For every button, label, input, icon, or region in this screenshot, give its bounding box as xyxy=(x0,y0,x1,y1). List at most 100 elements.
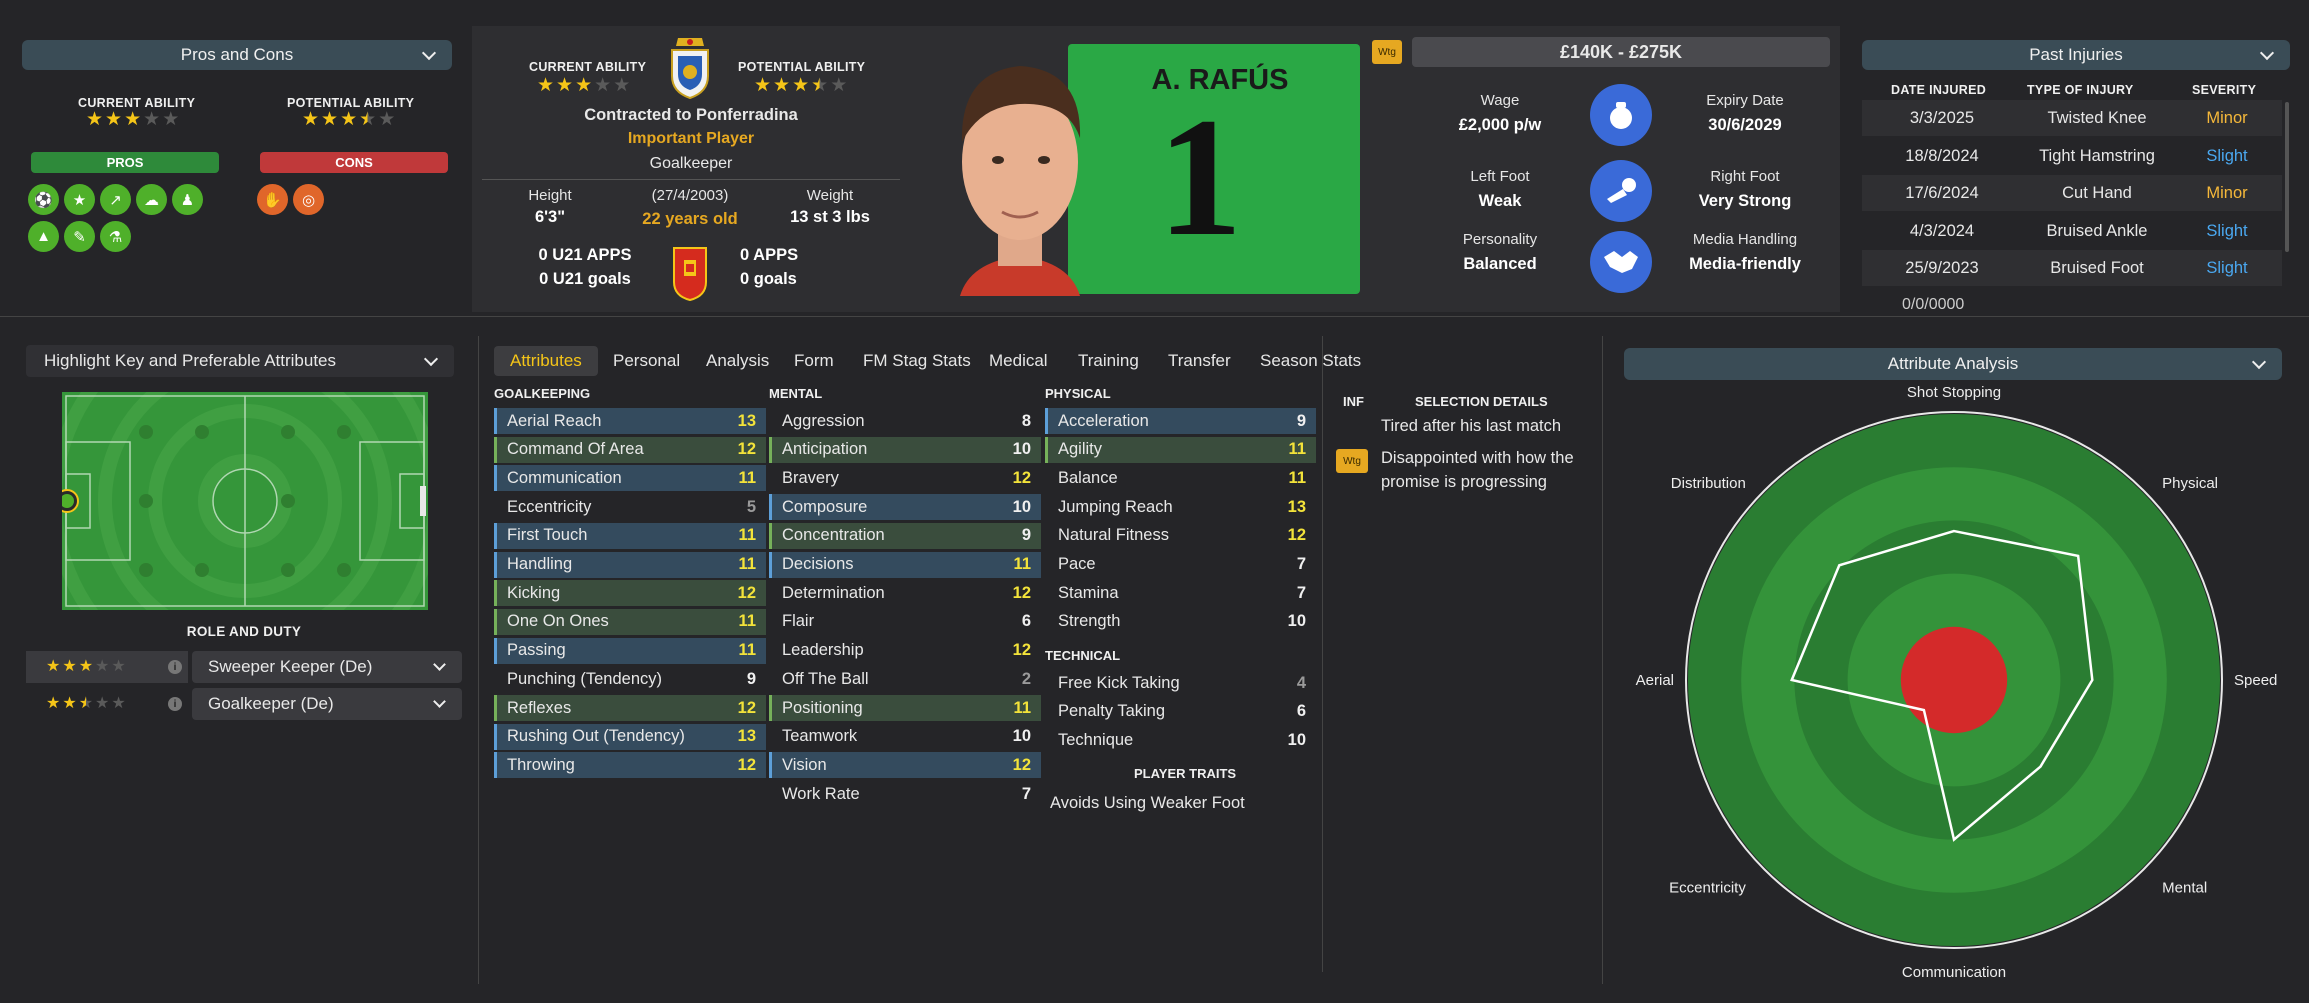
chevron-down-icon[interactable] xyxy=(433,658,446,671)
highlight-dropdown[interactable]: Highlight Key and Preferable Attributes xyxy=(26,345,454,377)
injury-row[interactable]: 25/9/2023 Bruised Foot Slight xyxy=(1862,250,2282,286)
attribute-row[interactable]: Determination 12 xyxy=(769,580,1041,606)
attribute-row[interactable]: Strength 10 xyxy=(1045,609,1316,635)
pros-cons-header[interactable]: Pros and Cons xyxy=(22,40,452,70)
tab-transfer[interactable]: Transfer xyxy=(1168,346,1231,376)
role-dropdown[interactable]: Sweeper Keeper (De) xyxy=(192,651,462,683)
injury-row[interactable]: 3/3/2025 Twisted Knee Minor xyxy=(1862,100,2282,136)
chevron-down-icon[interactable] xyxy=(421,45,437,61)
chevron-down-icon[interactable] xyxy=(433,695,446,708)
attribute-row[interactable]: Reflexes 12 xyxy=(494,695,766,721)
ball-icon[interactable]: ⚽ xyxy=(28,184,59,215)
attribute-row[interactable]: Work Rate 7 xyxy=(769,781,1041,807)
attribute-row[interactable]: Free Kick Taking 4 xyxy=(1045,670,1316,696)
attribute-name: Eccentricity xyxy=(507,497,592,516)
attribute-row[interactable]: Anticipation 10 xyxy=(769,436,1041,463)
attribute-row[interactable]: Balance 11 xyxy=(1045,465,1316,491)
attribute-value: 11 xyxy=(738,555,756,573)
injury-row[interactable]: 4/3/2024 Bruised Ankle Slight xyxy=(1862,213,2282,249)
tab-fm-stag-stats[interactable]: FM Stag Stats xyxy=(863,346,971,376)
attribute-row[interactable]: Positioning 11 xyxy=(769,695,1041,721)
club-crest-icon[interactable] xyxy=(668,36,712,100)
nation-flag-icon[interactable] xyxy=(672,246,708,302)
tab-training[interactable]: Training xyxy=(1078,346,1139,376)
attribute-row[interactable]: Off The Ball 2 xyxy=(769,666,1041,692)
attribute-row[interactable]: First Touch 11 xyxy=(494,522,766,549)
pitch-diagram[interactable] xyxy=(48,304,442,698)
player-status: Important Player xyxy=(627,130,755,147)
attribute-row[interactable]: Agility 11 xyxy=(1045,436,1316,463)
tab-personal[interactable]: Personal xyxy=(613,346,680,376)
attribute-row[interactable]: Vision 12 xyxy=(769,752,1041,779)
attribute-row[interactable]: Eccentricity 5 xyxy=(494,494,766,520)
attribute-row[interactable]: Acceleration 9 xyxy=(1045,408,1316,434)
tab-analysis[interactable]: Analysis xyxy=(706,346,769,376)
star-icon[interactable]: ★ xyxy=(64,184,95,215)
injury-row[interactable]: 18/8/2024 Tight Hamstring Slight xyxy=(1862,138,2282,174)
tab-season-stats[interactable]: Season Stats xyxy=(1260,346,1361,376)
trend-icon[interactable]: ↗ xyxy=(100,184,131,215)
role-dropdown[interactable]: Goalkeeper (De) xyxy=(192,688,462,720)
flask-icon[interactable]: ⚗ xyxy=(100,221,131,252)
attribute-row[interactable]: Communication 11 xyxy=(494,465,766,492)
attribute-row[interactable]: Jumping Reach 13 xyxy=(1045,494,1316,520)
expiry-label: Expiry Date xyxy=(1706,92,1784,109)
attribute-row[interactable]: Leadership 12 xyxy=(769,638,1041,664)
star-icon: ★ xyxy=(62,695,77,712)
money-bag-icon xyxy=(1590,84,1652,146)
team-icon[interactable]: ♟ xyxy=(172,184,203,215)
attribute-value: 10 xyxy=(1012,440,1031,459)
attribute-row[interactable]: Technique 10 xyxy=(1045,727,1316,753)
player-traits-header: PLAYER TRAITS xyxy=(1134,766,1237,781)
attribute-row[interactable]: Penalty Taking 6 xyxy=(1045,699,1316,725)
attribute-value: 12 xyxy=(1012,468,1031,487)
attribute-row[interactable]: Throwing 12 xyxy=(494,752,766,779)
attribute-row[interactable]: Kicking 12 xyxy=(494,580,766,607)
attribute-row[interactable]: Aerial Reach 13 xyxy=(494,408,766,434)
attribute-row[interactable]: One On Ones 11 xyxy=(494,608,766,635)
tab-attributes[interactable]: Attributes xyxy=(494,346,598,376)
past-injuries-header[interactable]: Past Injuries xyxy=(1862,40,2290,70)
foot-icon[interactable]: ✋ xyxy=(257,184,288,215)
injury-severity: Slight xyxy=(2206,146,2248,165)
attribute-row[interactable]: Command Of Area 12 xyxy=(494,436,766,463)
attribute-row[interactable]: Pace 7 xyxy=(1045,552,1316,578)
attribute-value: 11 xyxy=(1013,555,1031,573)
tab-medical[interactable]: Medical xyxy=(989,346,1048,376)
cone-icon[interactable]: ▲ xyxy=(28,221,59,252)
attribute-analysis-header[interactable]: Attribute Analysis xyxy=(1624,348,2282,380)
star-icon: ★ xyxy=(105,109,123,130)
attribute-row[interactable]: Aggression 8 xyxy=(769,408,1041,434)
info-icon[interactable]: i xyxy=(168,660,182,674)
chevron-down-icon[interactable] xyxy=(2251,354,2267,370)
attribute-row[interactable]: Bravery 12 xyxy=(769,465,1041,491)
wtg-badge[interactable]: Wtg xyxy=(1372,40,1402,64)
info-icon[interactable]: i xyxy=(168,697,182,711)
tab-form[interactable]: Form xyxy=(794,346,834,376)
injury-scrollbar[interactable] xyxy=(2285,102,2289,252)
attribute-row[interactable]: Teamwork 10 xyxy=(769,724,1041,750)
attribute-row[interactable]: Passing 11 xyxy=(494,637,766,664)
cone-target-icon[interactable]: ◎ xyxy=(293,184,324,215)
notepad-icon[interactable]: ✎ xyxy=(64,221,95,252)
injury-date: 18/8/2024 xyxy=(1905,146,1979,165)
attribute-row[interactable]: Punching (Tendency) 9 xyxy=(494,666,766,692)
star-icon: ★ xyxy=(830,75,848,96)
brain-icon[interactable]: ☁ xyxy=(136,184,167,215)
injury-row[interactable]: 17/6/2024 Cut Hand Minor xyxy=(1862,175,2282,211)
attribute-value: 7 xyxy=(1296,555,1306,573)
attribute-value: 12 xyxy=(737,755,756,774)
attribute-row[interactable]: Rushing Out (Tendency) 13 xyxy=(494,723,766,750)
attribute-row[interactable]: Composure 10 xyxy=(769,494,1041,521)
chevron-down-icon[interactable] xyxy=(423,351,439,367)
chevron-down-icon[interactable] xyxy=(2259,45,2275,61)
attribute-row[interactable]: Handling 11 xyxy=(494,551,766,578)
attribute-row[interactable]: Stamina 7 xyxy=(1045,580,1316,606)
attribute-row[interactable]: Flair 6 xyxy=(769,609,1041,635)
attribute-row[interactable]: Natural Fitness 12 xyxy=(1045,523,1316,549)
wtg-badge[interactable]: Wtg xyxy=(1336,449,1368,473)
physical-header: PHYSICAL xyxy=(1045,386,1111,401)
attribute-row[interactable]: Decisions 11 xyxy=(769,551,1041,578)
attribute-row[interactable]: Concentration 9 xyxy=(769,522,1041,549)
radar-axis-label: Eccentricity xyxy=(1669,879,1746,896)
